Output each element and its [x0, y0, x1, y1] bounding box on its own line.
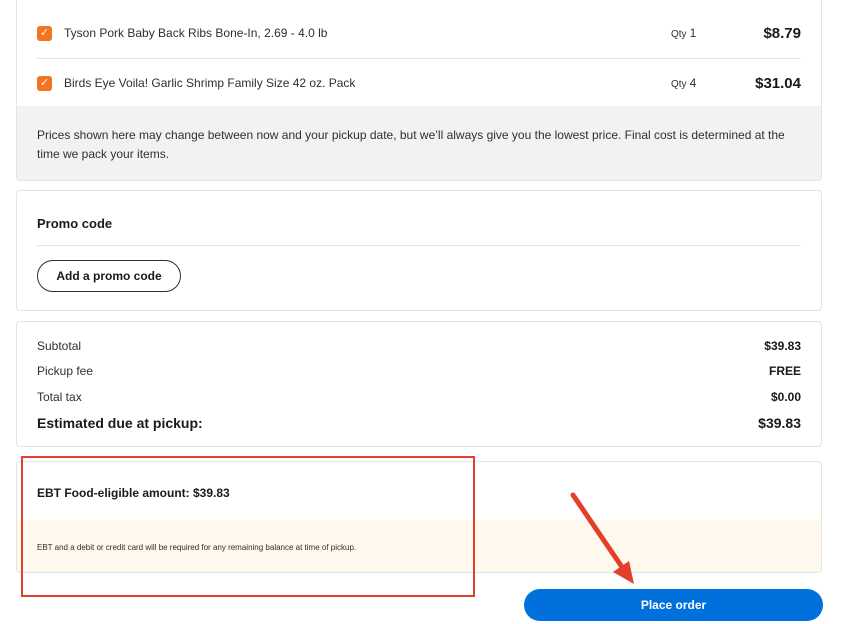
add-promo-code-button[interactable]: Add a promo code [37, 260, 181, 292]
item-price: $31.04 [755, 74, 801, 92]
place-order-button[interactable]: Place order [524, 589, 823, 621]
item-checkbox[interactable]: ✓ [37, 25, 52, 41]
list-item: ✓ Tyson Pork Baby Back Ribs Bone-In, 2.6… [37, 8, 801, 59]
tax-value: $0.00 [770, 390, 801, 404]
subtotal-label: Subtotal [37, 339, 82, 353]
price-disclaimer: Prices shown here may change between now… [17, 106, 821, 180]
qty-label: Qty [671, 79, 687, 90]
pickup-fee-value: FREE [768, 364, 801, 378]
qty-value: 1 [689, 26, 697, 40]
item-name: Birds Eye Voila! Garlic Shrimp Family Si… [64, 76, 356, 90]
subtotal-row: Subtotal $39.83 [37, 339, 801, 353]
tax-label: Total tax [37, 390, 82, 404]
ebt-note: EBT and a debit or credit card will be r… [17, 520, 821, 572]
ebt-card: EBT Food-eligible amount: $39.83 EBT and… [16, 461, 822, 573]
item-price: $8.79 [763, 24, 801, 42]
item-quantity: Qty 4 [671, 76, 741, 90]
tax-row: Total tax $0.00 [37, 390, 801, 404]
checkmark-icon: ✓ [39, 76, 50, 89]
item-checkbox[interactable]: ✓ [37, 75, 52, 91]
order-summary-card: Subtotal $39.83 Pickup fee FREE Total ta… [16, 321, 822, 447]
qty-label: Qty [671, 29, 687, 40]
estimated-total-row: Estimated due at pickup: $39.83 [37, 415, 801, 431]
pickup-fee-label: Pickup fee [37, 364, 94, 378]
annotation-arrow-icon [570, 492, 634, 584]
qty-value: 4 [689, 76, 697, 90]
item-name: Tyson Pork Baby Back Ribs Bone-In, 2.69 … [64, 26, 328, 40]
ebt-eligible-amount: EBT Food-eligible amount: $39.83 [37, 486, 230, 500]
estimated-value: $39.83 [758, 415, 801, 431]
checkmark-icon: ✓ [39, 26, 50, 39]
item-quantity: Qty 1 [671, 26, 741, 40]
promo-title: Promo code [37, 216, 113, 231]
promo-code-card: Promo code Add a promo code [16, 190, 822, 311]
list-item: ✓ Birds Eye Voila! Garlic Shrimp Family … [37, 58, 801, 108]
pickup-fee-row: Pickup fee FREE [37, 364, 801, 378]
subtotal-value: $39.83 [764, 339, 801, 353]
divider [37, 245, 801, 246]
estimated-label: Estimated due at pickup: [37, 415, 203, 431]
order-items-card: ✓ Tyson Pork Baby Back Ribs Bone-In, 2.6… [16, 0, 822, 181]
